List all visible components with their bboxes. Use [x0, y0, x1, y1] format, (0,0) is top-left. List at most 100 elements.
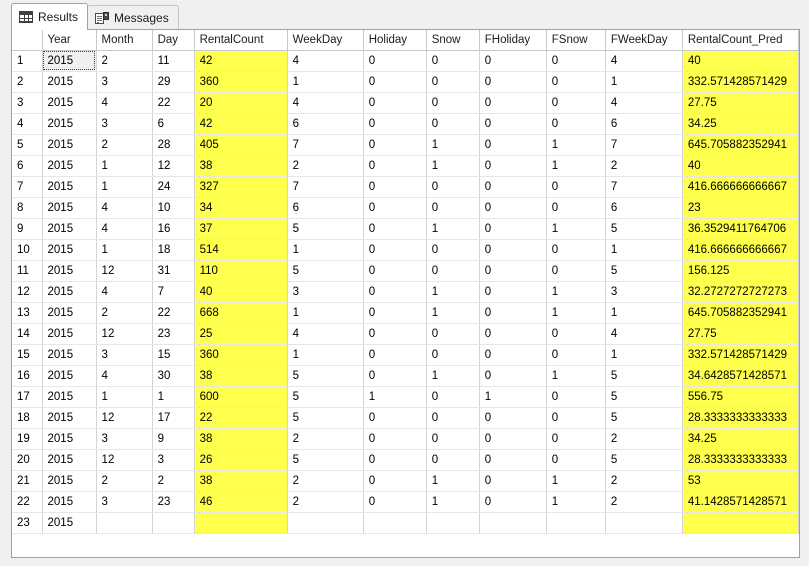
cell-day[interactable]: 18 [152, 239, 195, 261]
cell-fweekday[interactable]: 5 [605, 260, 683, 282]
column-header-fsnow[interactable]: FSnow [546, 30, 606, 51]
cell-rentalcount[interactable]: 25 [194, 323, 288, 345]
cell-weekday[interactable]: 2 [287, 428, 364, 450]
cell-month[interactable]: 3 [96, 491, 153, 513]
tab-results[interactable]: Results [11, 3, 89, 30]
cell-snow[interactable]: 1 [426, 281, 480, 303]
row-number[interactable]: 17 [12, 386, 43, 408]
cell-fsnow[interactable]: 0 [546, 176, 606, 198]
cell-weekday[interactable]: 6 [287, 113, 364, 135]
cell-fsnow[interactable]: 0 [546, 71, 606, 93]
cell-rentalcount_pred[interactable]: 23 [682, 197, 799, 219]
table-row[interactable]: 19 2015 3 9 38 2 0 0 0 0 2 34.25 [12, 428, 799, 450]
cell-fweekday[interactable]: 2 [605, 428, 683, 450]
cell-rentalcount_pred[interactable]: 645.705882352941 [682, 302, 799, 324]
cell-fsnow[interactable] [546, 512, 606, 534]
cell-weekday[interactable]: 5 [287, 260, 364, 282]
cell-day[interactable]: 3 [152, 449, 195, 471]
cell-day[interactable]: 10 [152, 197, 195, 219]
cell-rentalcount[interactable]: 38 [194, 365, 288, 387]
cell-rentalcount[interactable]: 20 [194, 92, 288, 114]
cell-weekday[interactable]: 1 [287, 71, 364, 93]
row-number[interactable]: 19 [12, 428, 43, 450]
row-number[interactable]: 9 [12, 218, 43, 240]
table-row[interactable]: 9 2015 4 16 37 5 0 1 0 1 5 36.3529411764706 [12, 218, 799, 240]
cell-fsnow[interactable]: 0 [546, 449, 606, 471]
cell-holiday[interactable]: 0 [363, 218, 427, 240]
cell-snow[interactable] [426, 512, 480, 534]
cell-snow[interactable]: 0 [426, 92, 480, 114]
cell-fholiday[interactable]: 0 [479, 449, 547, 471]
column-header-rentalcount_pred[interactable]: RentalCount_Pred [682, 30, 799, 51]
cell-weekday[interactable]: 1 [287, 302, 364, 324]
cell-day[interactable] [152, 512, 195, 534]
cell-year[interactable]: 2015 [42, 407, 97, 429]
cell-month[interactable]: 4 [96, 281, 153, 303]
cell-fholiday[interactable]: 0 [479, 365, 547, 387]
cell-holiday[interactable]: 0 [363, 407, 427, 429]
cell-fsnow[interactable]: 0 [546, 407, 606, 429]
cell-weekday[interactable]: 3 [287, 281, 364, 303]
cell-fholiday[interactable]: 0 [479, 302, 547, 324]
cell-day[interactable]: 7 [152, 281, 195, 303]
row-number[interactable]: 10 [12, 239, 43, 261]
table-row[interactable]: 18 2015 12 17 22 5 0 0 0 0 5 28.3333333333333 [12, 407, 799, 429]
table-row[interactable]: 20 2015 12 3 26 5 0 0 0 0 5 28.3333333333333 [12, 449, 799, 471]
cell-fsnow[interactable]: 1 [546, 281, 606, 303]
cell-holiday[interactable]: 0 [363, 113, 427, 135]
cell-holiday[interactable]: 0 [363, 71, 427, 93]
cell-weekday[interactable]: 7 [287, 134, 364, 156]
cell-year[interactable]: 2015 [42, 113, 97, 135]
cell-weekday[interactable]: 2 [287, 155, 364, 177]
table-row[interactable]: 22 2015 3 23 46 2 0 1 0 1 2 41.1428571428571 [12, 491, 799, 513]
table-row[interactable]: 1 2015 2 11 42 4 0 0 0 0 4 40 [12, 50, 799, 72]
cell-fsnow[interactable]: 0 [546, 197, 606, 219]
cell-holiday[interactable]: 0 [363, 197, 427, 219]
cell-day[interactable]: 24 [152, 176, 195, 198]
row-number[interactable]: 16 [12, 365, 43, 387]
cell-snow[interactable]: 0 [426, 386, 480, 408]
tab-messages[interactable]: Messages [87, 5, 179, 30]
cell-month[interactable]: 4 [96, 218, 153, 240]
cell-rentalcount[interactable]: 40 [194, 281, 288, 303]
cell-rentalcount_pred[interactable] [682, 512, 799, 534]
cell-fsnow[interactable]: 0 [546, 344, 606, 366]
cell-weekday[interactable]: 6 [287, 197, 364, 219]
table-row[interactable]: 13 2015 2 22 668 1 0 1 0 1 1 645.705882352941 [12, 302, 799, 324]
cell-fholiday[interactable]: 0 [479, 323, 547, 345]
table-row[interactable]: 2 2015 3 29 360 1 0 0 0 0 1 332.571428571429 [12, 71, 799, 93]
cell-fholiday[interactable]: 0 [479, 281, 547, 303]
cell-year[interactable]: 2015 [42, 197, 97, 219]
cell-year[interactable]: 2015 [42, 512, 97, 534]
cell-rentalcount_pred[interactable]: 32.2727272727273 [682, 281, 799, 303]
cell-rentalcount_pred[interactable]: 40 [682, 155, 799, 177]
cell-holiday[interactable]: 0 [363, 470, 427, 492]
cell-day[interactable]: 31 [152, 260, 195, 282]
cell-weekday[interactable]: 5 [287, 407, 364, 429]
cell-fholiday[interactable]: 0 [479, 134, 547, 156]
cell-year[interactable]: 2015 [42, 428, 97, 450]
cell-fsnow[interactable]: 1 [546, 218, 606, 240]
column-header-fweekday[interactable]: FWeekDay [605, 30, 683, 51]
cell-day[interactable]: 29 [152, 71, 195, 93]
row-number[interactable]: 3 [12, 92, 43, 114]
cell-month[interactable]: 3 [96, 113, 153, 135]
cell-fweekday[interactable]: 7 [605, 176, 683, 198]
cell-year[interactable]: 2015 [42, 50, 97, 72]
cell-snow[interactable]: 1 [426, 134, 480, 156]
cell-year[interactable]: 2015 [42, 176, 97, 198]
cell-rentalcount[interactable]: 110 [194, 260, 288, 282]
cell-fsnow[interactable]: 1 [546, 302, 606, 324]
cell-fsnow[interactable]: 1 [546, 491, 606, 513]
cell-year[interactable]: 2015 [42, 386, 97, 408]
cell-day[interactable]: 22 [152, 302, 195, 324]
cell-fweekday[interactable]: 4 [605, 323, 683, 345]
row-number[interactable]: 23 [12, 512, 43, 534]
cell-rentalcount_pred[interactable]: 41.1428571428571 [682, 491, 799, 513]
results-grid-container[interactable]: Year Month Day RentalCount WeekDay Holiday Sno… [11, 29, 800, 558]
table-row[interactable]: 4 2015 3 6 42 6 0 0 0 0 6 34.25 [12, 113, 799, 135]
cell-month[interactable]: 4 [96, 197, 153, 219]
cell-year[interactable]: 2015 [42, 239, 97, 261]
table-row[interactable]: 16 2015 4 30 38 5 0 1 0 1 5 34.6428571428571 [12, 365, 799, 387]
table-row[interactable]: 17 2015 1 1 600 5 1 0 1 0 5 556.75 [12, 386, 799, 408]
